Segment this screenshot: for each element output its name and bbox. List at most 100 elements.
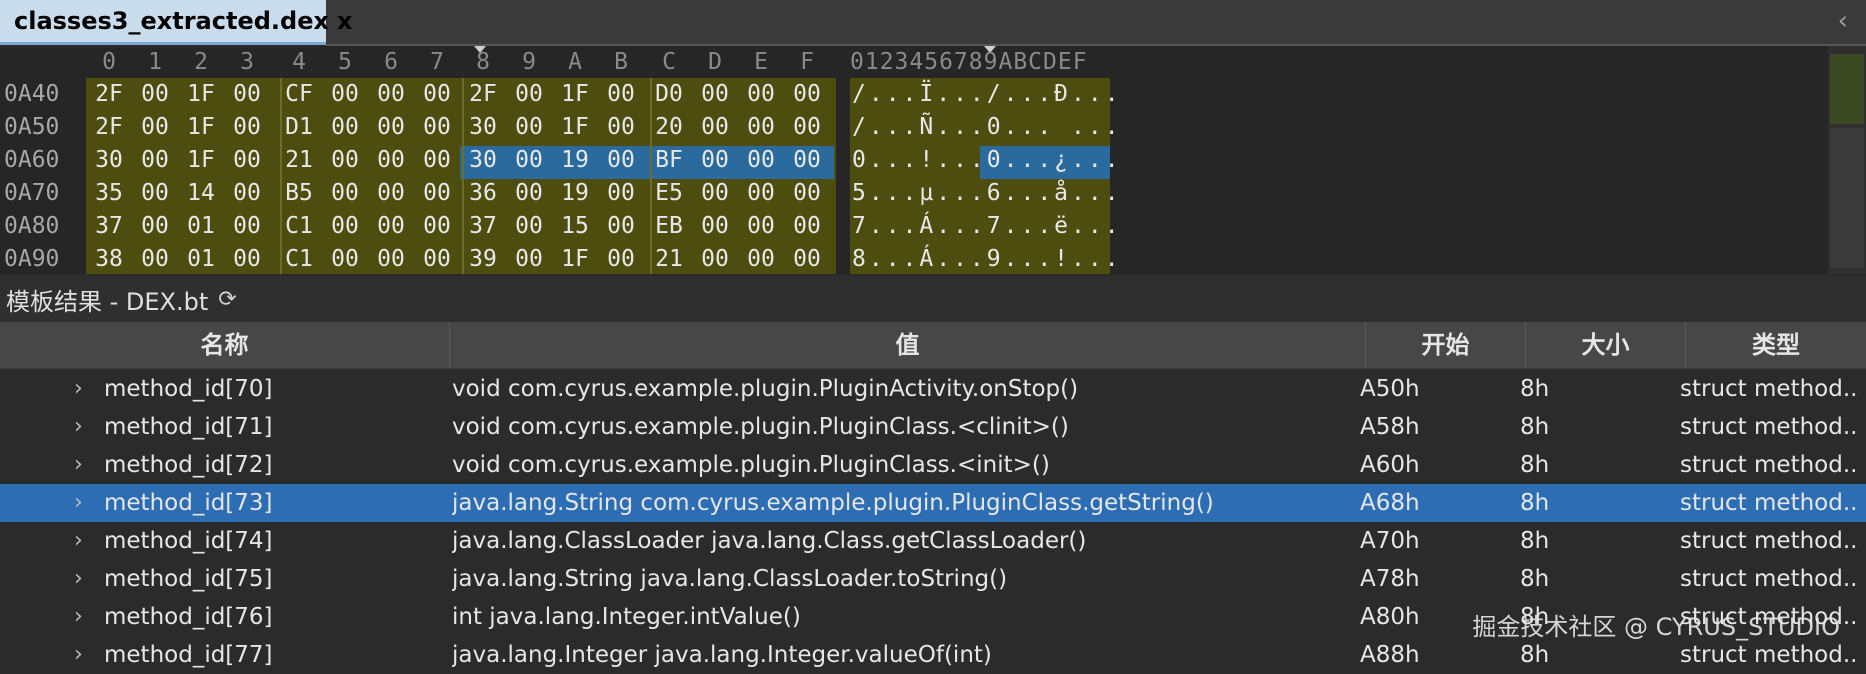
hex-byte[interactable]: 00 bbox=[506, 177, 552, 210]
hex-byte[interactable]: D0 bbox=[646, 78, 692, 111]
close-icon[interactable]: x bbox=[337, 7, 352, 35]
hex-byte[interactable]: 00 bbox=[414, 210, 460, 243]
hex-byte[interactable]: BF bbox=[646, 144, 692, 177]
table-row[interactable]: › method_id[75] java.lang.String java.lang… bbox=[0, 560, 1866, 598]
hex-byte[interactable]: 00 bbox=[132, 144, 178, 177]
hex-byte[interactable]: 00 bbox=[322, 243, 368, 276]
hex-byte[interactable]: 00 bbox=[598, 111, 644, 144]
hex-byte[interactable]: 20 bbox=[646, 111, 692, 144]
chevron-right-icon[interactable]: › bbox=[74, 560, 83, 598]
table-row[interactable]: › method_id[73] java.lang.String com.cyrus… bbox=[0, 484, 1866, 522]
chevron-right-icon[interactable]: › bbox=[74, 522, 83, 560]
hex-byte[interactable]: 30 bbox=[86, 144, 132, 177]
ascii-row[interactable]: /...Ñ...0... ... bbox=[852, 111, 1122, 144]
hex-byte[interactable]: 00 bbox=[692, 144, 738, 177]
hex-byte[interactable]: 1F bbox=[178, 78, 224, 111]
hex-byte[interactable]: 00 bbox=[738, 210, 784, 243]
chevron-right-icon[interactable]: › bbox=[74, 446, 83, 484]
refresh-icon[interactable]: ⟳ bbox=[218, 287, 236, 312]
hex-byte[interactable]: 21 bbox=[646, 243, 692, 276]
chevron-right-icon[interactable]: › bbox=[74, 598, 83, 636]
column-header-name[interactable]: 名称 bbox=[0, 322, 450, 368]
ascii-row[interactable]: /...Ï.../...Ð... bbox=[852, 78, 1122, 111]
hex-byte[interactable]: 01 bbox=[178, 210, 224, 243]
column-header-type[interactable]: 类型 bbox=[1686, 322, 1866, 368]
hex-byte[interactable]: 00 bbox=[506, 111, 552, 144]
hex-byte[interactable]: 00 bbox=[224, 243, 270, 276]
hex-byte[interactable]: 21 bbox=[276, 144, 322, 177]
hex-byte[interactable]: C1 bbox=[276, 210, 322, 243]
table-row[interactable]: › method_id[74] java.lang.ClassLoader java… bbox=[0, 522, 1866, 560]
hex-byte[interactable]: 00 bbox=[132, 210, 178, 243]
hex-byte[interactable]: 00 bbox=[738, 144, 784, 177]
hex-byte[interactable]: 00 bbox=[414, 78, 460, 111]
hex-byte[interactable]: 39 bbox=[460, 243, 506, 276]
hex-byte[interactable]: 00 bbox=[738, 243, 784, 276]
hex-byte[interactable]: D1 bbox=[276, 111, 322, 144]
hex-byte[interactable]: 1F bbox=[552, 111, 598, 144]
hex-byte[interactable]: 00 bbox=[368, 177, 414, 210]
chevron-right-icon[interactable]: › bbox=[74, 636, 83, 674]
hex-byte[interactable]: 2F bbox=[86, 111, 132, 144]
hex-byte[interactable]: 00 bbox=[692, 210, 738, 243]
hex-byte[interactable]: 19 bbox=[552, 144, 598, 177]
hex-byte[interactable]: 00 bbox=[598, 177, 644, 210]
hex-byte[interactable]: 00 bbox=[224, 111, 270, 144]
hex-byte[interactable]: 00 bbox=[414, 111, 460, 144]
hex-byte[interactable]: 00 bbox=[692, 243, 738, 276]
hex-byte[interactable]: 1F bbox=[178, 111, 224, 144]
hex-byte[interactable]: 00 bbox=[784, 243, 830, 276]
ascii-row[interactable]: 5...µ...6...å... bbox=[852, 177, 1122, 210]
hex-byte[interactable]: 30 bbox=[460, 111, 506, 144]
hex-byte[interactable]: 00 bbox=[692, 78, 738, 111]
hex-byte[interactable]: 00 bbox=[224, 210, 270, 243]
hex-byte[interactable]: B5 bbox=[276, 177, 322, 210]
hex-byte[interactable]: 00 bbox=[132, 177, 178, 210]
ascii-row[interactable]: 0...!...0...¿... bbox=[852, 144, 1122, 177]
hex-byte[interactable]: 37 bbox=[460, 210, 506, 243]
hex-byte[interactable]: 00 bbox=[784, 111, 830, 144]
hex-byte[interactable]: 00 bbox=[368, 78, 414, 111]
hex-byte[interactable]: 00 bbox=[132, 78, 178, 111]
ascii-row[interactable]: 7...Á...7...ë... bbox=[852, 210, 1122, 243]
hex-byte[interactable]: CF bbox=[276, 78, 322, 111]
hex-byte[interactable]: 38 bbox=[86, 243, 132, 276]
chevron-right-icon[interactable]: › bbox=[74, 484, 83, 522]
hex-byte[interactable]: 15 bbox=[552, 210, 598, 243]
hex-byte[interactable]: 00 bbox=[506, 144, 552, 177]
hex-byte[interactable]: 2F bbox=[86, 78, 132, 111]
hex-byte[interactable]: 00 bbox=[322, 210, 368, 243]
hex-byte[interactable]: 00 bbox=[738, 78, 784, 111]
hex-byte[interactable]: 1F bbox=[178, 144, 224, 177]
hex-byte[interactable]: EB bbox=[646, 210, 692, 243]
hex-byte[interactable]: 14 bbox=[178, 177, 224, 210]
column-header-value[interactable]: 值 bbox=[450, 322, 1366, 368]
column-header-start[interactable]: 开始 bbox=[1366, 322, 1526, 368]
column-header-size[interactable]: 大小 bbox=[1526, 322, 1686, 368]
hex-byte[interactable]: 00 bbox=[368, 111, 414, 144]
chevron-right-icon[interactable]: › bbox=[74, 370, 83, 408]
hex-byte[interactable]: 00 bbox=[738, 177, 784, 210]
hex-byte[interactable]: 00 bbox=[506, 243, 552, 276]
hex-byte[interactable]: 00 bbox=[414, 243, 460, 276]
hex-byte[interactable]: 00 bbox=[692, 111, 738, 144]
hex-byte[interactable]: 00 bbox=[692, 177, 738, 210]
hex-byte[interactable]: 00 bbox=[414, 177, 460, 210]
hex-byte[interactable]: E5 bbox=[646, 177, 692, 210]
table-row[interactable]: › method_id[72] void com.cyrus.example.plu… bbox=[0, 446, 1866, 484]
hex-byte[interactable]: 37 bbox=[86, 210, 132, 243]
hex-byte[interactable]: 00 bbox=[368, 144, 414, 177]
hex-byte[interactable]: 00 bbox=[322, 111, 368, 144]
hex-byte[interactable]: 1F bbox=[552, 78, 598, 111]
hex-byte[interactable]: 00 bbox=[322, 144, 368, 177]
ascii-row[interactable]: 8...Á...9...!... bbox=[852, 243, 1122, 276]
hex-byte[interactable]: 00 bbox=[598, 243, 644, 276]
hex-byte[interactable]: C1 bbox=[276, 243, 322, 276]
tab-classes3-extracted[interactable]: classes3_extracted.dex x bbox=[0, 0, 352, 45]
hex-byte[interactable]: 00 bbox=[506, 210, 552, 243]
hex-byte[interactable]: 19 bbox=[552, 177, 598, 210]
table-row[interactable]: › method_id[71] void com.cyrus.example.plu… bbox=[0, 408, 1866, 446]
hex-byte[interactable]: 00 bbox=[414, 144, 460, 177]
hex-byte[interactable]: 00 bbox=[784, 177, 830, 210]
chevron-right-icon[interactable]: › bbox=[74, 408, 83, 446]
